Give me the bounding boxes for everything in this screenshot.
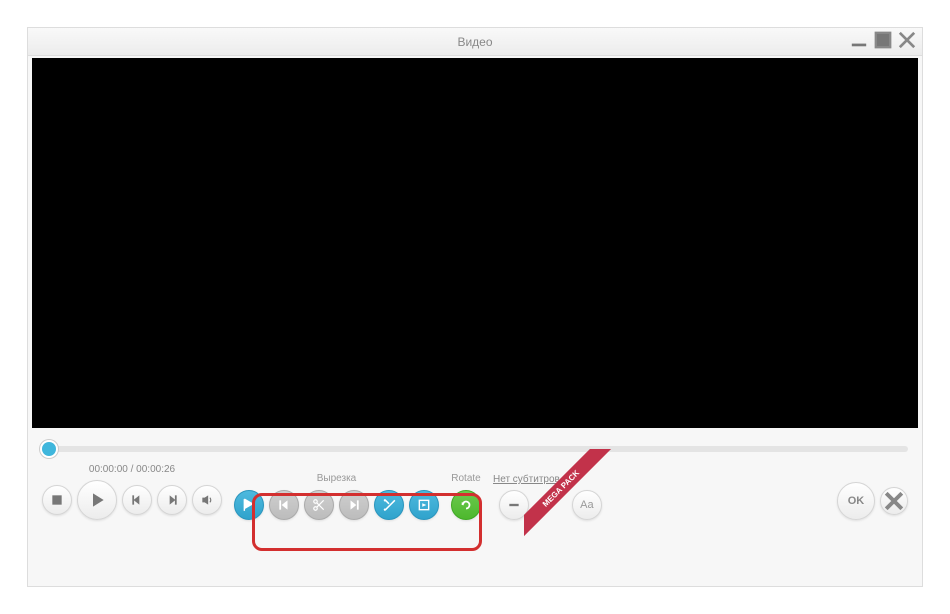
rotate-button[interactable]	[451, 490, 481, 520]
stop-button[interactable]	[42, 485, 72, 515]
subtitle-value: 20	[538, 499, 550, 511]
crop-frame-button[interactable]	[409, 490, 439, 520]
font-button[interactable]: Aa	[572, 490, 602, 520]
volume-button[interactable]	[192, 485, 222, 515]
goto-start-button[interactable]	[269, 490, 299, 520]
decrease-button[interactable]	[499, 490, 529, 520]
window-controls	[850, 31, 916, 49]
scissors-button[interactable]	[304, 490, 334, 520]
subtitles-link[interactable]: Нет субтитров	[493, 474, 560, 485]
play-button[interactable]	[77, 480, 117, 520]
timeline-thumb[interactable]	[42, 442, 56, 456]
video-editor-window: Видео 00:00:00 / 00:00:26	[27, 27, 923, 587]
cut-group: Вырезка	[234, 473, 439, 520]
mark-out-button[interactable]	[374, 490, 404, 520]
action-group: OK	[837, 482, 908, 520]
rotate-group: Rotate	[451, 473, 481, 520]
rotate-label: Rotate	[451, 473, 480, 485]
text-group: Aa MEGA PACK	[572, 473, 602, 520]
font-icon: Aa	[580, 499, 593, 511]
video-preview[interactable]	[32, 58, 918, 428]
timeline-slider[interactable]	[42, 446, 908, 452]
step-forward-button[interactable]	[157, 485, 187, 515]
window-title: Видео	[457, 35, 492, 49]
subtitles-group: Нет субтитров 20	[493, 474, 560, 520]
maximize-button[interactable]	[874, 31, 892, 49]
toolbar: 00:00:00 / 00:00:26 Выре	[28, 458, 922, 530]
close-button[interactable]	[898, 31, 916, 49]
mark-in-button[interactable]	[234, 490, 264, 520]
playback-group: 00:00:00 / 00:00:26	[42, 464, 222, 520]
time-display: 00:00:00 / 00:00:26	[89, 464, 175, 475]
minimize-button[interactable]	[850, 31, 868, 49]
goto-end-button[interactable]	[339, 490, 369, 520]
step-back-button[interactable]	[122, 485, 152, 515]
titlebar: Видео	[28, 28, 922, 56]
ok-button[interactable]: OK	[837, 482, 875, 520]
cancel-button[interactable]	[880, 487, 908, 515]
cut-label: Вырезка	[317, 473, 357, 485]
